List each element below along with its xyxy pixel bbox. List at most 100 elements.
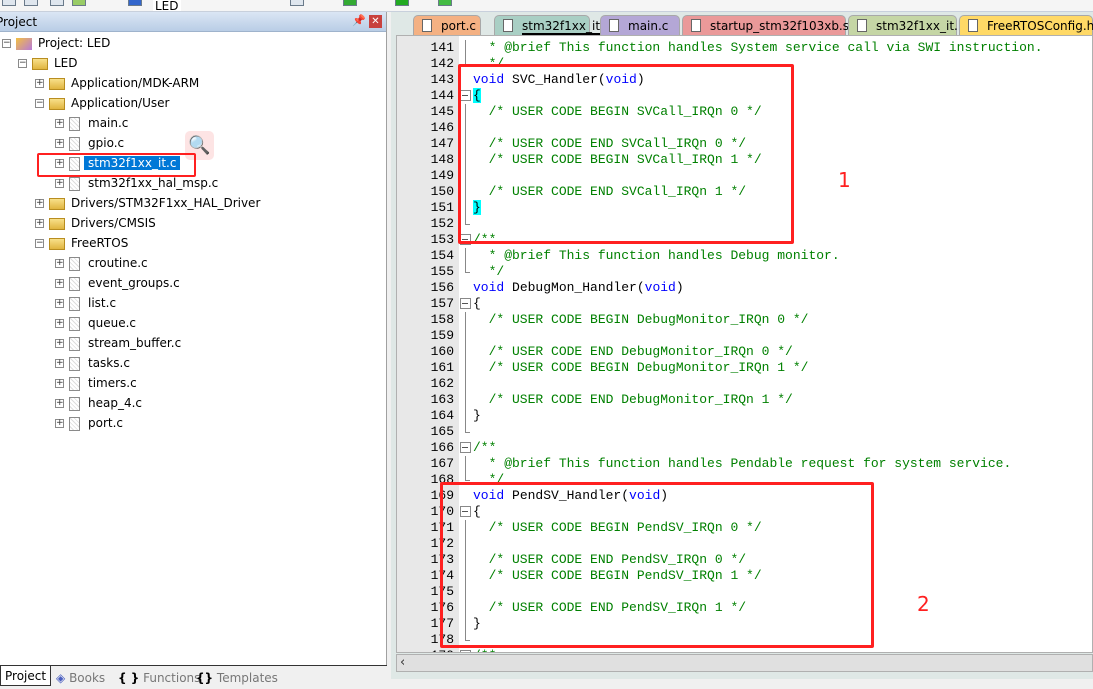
expand-icon[interactable]: + [55,339,64,348]
tree-item-label: FreeRTOS [71,236,129,250]
folder-icon [49,217,65,230]
editor-tab[interactable]: port.c [413,15,481,36]
tree-item-label: gpio.c [88,136,125,150]
expand-icon[interactable]: + [55,179,64,188]
tab-books[interactable]: ◈ Books [56,668,105,688]
fold-toggle-icon[interactable] [460,296,471,312]
expand-icon[interactable]: + [55,259,64,268]
fold-toggle-icon[interactable] [460,648,471,652]
toolbar-button-icon[interactable] [395,0,409,6]
tree-item-label: port.c [88,416,124,430]
expand-icon[interactable]: + [55,419,64,428]
tree-item[interactable]: + list.c [55,293,116,313]
tab-functions[interactable]: { } Functions [118,668,200,688]
file-icon [503,19,513,32]
tree-item[interactable]: + heap_4.c [55,393,142,413]
editor-tab[interactable]: stm32f1xx_it.h [848,15,965,36]
tree-item[interactable]: + port.c [55,413,123,433]
folder-icon [49,197,65,210]
toolbar-button-icon[interactable] [438,0,452,6]
pin-icon[interactable]: 📌 [352,14,366,27]
tree-item[interactable]: + event_groups.c [55,273,180,293]
project-icon [16,37,32,50]
download-icon[interactable] [128,0,142,6]
tree-item[interactable]: − FreeRTOS [35,233,128,253]
tree-item[interactable]: + timers.c [55,373,137,393]
toolbar-button-icon[interactable] [343,0,357,6]
expand-icon[interactable]: + [55,279,64,288]
expand-icon[interactable]: + [55,299,64,308]
line-number: 148 [430,152,454,167]
tree-item[interactable]: + main.c [55,113,128,133]
horizontal-scrollbar[interactable]: ‹ [396,654,1093,672]
file-icon [69,276,80,291]
close-icon[interactable]: ✕ [369,15,382,28]
collapse-icon[interactable]: − [35,99,44,108]
file-icon [69,376,80,391]
editor-tab[interactable]: stm32f1xx_it.c [494,15,611,36]
file-icon [69,136,80,151]
expand-icon[interactable]: + [55,119,64,128]
file-icon [691,19,701,32]
collapse-icon[interactable]: − [18,59,27,68]
tree-item-label: croutine.c [88,256,148,270]
target-select[interactable]: LED [153,0,181,11]
folder-icon [49,97,65,110]
line-number: 145 [430,104,454,119]
tree-item[interactable]: + stream_buffer.c [55,333,181,353]
collapse-icon[interactable]: − [35,239,44,248]
expand-icon[interactable]: + [55,359,64,368]
expand-icon[interactable]: + [35,79,44,88]
line-number: 141 [430,40,454,55]
annotation-label-1: 1 [838,168,851,192]
expand-icon[interactable]: + [35,219,44,228]
tree-item[interactable]: + tasks.c [55,353,130,373]
collapse-icon[interactable]: − [2,39,11,48]
toolbar-button-icon[interactable] [24,0,38,6]
expand-icon[interactable]: + [55,399,64,408]
expand-icon[interactable]: + [55,319,64,328]
tree-item[interactable]: + Application/MDK-ARM [35,73,199,93]
file-icon [69,416,80,431]
expand-icon[interactable]: + [55,139,64,148]
tab-templates[interactable]: {} Templates [196,668,278,688]
tree-item-label: list.c [88,296,117,310]
line-number: 179 [397,648,454,652]
tree-item[interactable]: + Drivers/STM32F1xx_HAL_Driver [35,193,260,213]
toolbar-button-icon[interactable] [290,0,304,6]
line-number: 158 [430,312,454,327]
line-number: 166 [430,440,454,455]
folder-icon [49,77,65,90]
file-icon [609,19,619,32]
tree-item[interactable]: + croutine.c [55,253,148,273]
editor-tab[interactable]: main.c [600,15,680,36]
toolbar-button-icon[interactable] [50,0,64,6]
toolbar-button-icon[interactable] [2,0,16,6]
tree-item[interactable]: − LED [18,53,78,73]
tab-project[interactable]: Project [0,666,52,686]
scroll-left-icon[interactable]: ‹ [400,655,405,670]
code-line: /* USER CODE BEGIN DebugMonitor_IRQn 1 *… [473,360,809,375]
tree-item[interactable]: + queue.c [55,313,136,333]
editor-tab-label: FreeRTOSConfig.h [987,19,1093,33]
annotation-box-1 [458,64,794,244]
editor-tab[interactable]: FreeRTOSConfig.h [959,15,1093,36]
fold-guide [460,40,471,56]
line-number: 152 [430,216,454,231]
line-number: 149 [430,168,454,183]
file-icon [422,19,432,32]
tree-item[interactable]: + Drivers/CMSIS [35,213,156,233]
fold-toggle-icon[interactable] [460,440,471,456]
line-number: 150 [430,184,454,199]
line-number: 165 [430,424,454,439]
tree-item[interactable]: − Application/User [35,93,169,113]
tree-item-label: Application/MDK-ARM [71,76,200,90]
tree-item[interactable]: + gpio.c [55,133,124,153]
code-line: { [473,296,481,311]
expand-icon[interactable]: + [35,199,44,208]
build-icon[interactable] [72,0,86,6]
editor-tab[interactable]: startup_stm32f103xb.s [682,15,849,36]
line-number: 146 [430,120,454,135]
tree-item[interactable]: − Project: LED [2,33,110,53]
expand-icon[interactable]: + [55,379,64,388]
